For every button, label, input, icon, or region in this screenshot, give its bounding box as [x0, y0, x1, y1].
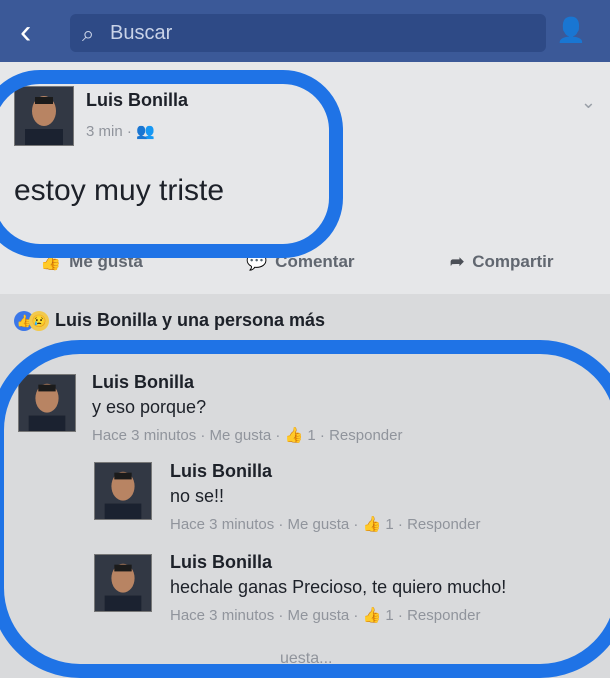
highlight-circle: [0, 340, 610, 678]
top-bar: ‹ ⌕ Buscar 👤: [0, 0, 610, 62]
share-button[interactable]: ➦ Compartir: [450, 252, 553, 272]
search-placeholder: Buscar: [110, 22, 173, 44]
search-icon: ⌕: [82, 21, 95, 46]
share-icon: ➦: [450, 252, 465, 271]
sad-reaction-icon: 😢: [29, 311, 49, 332]
reactions-text: Luis Bonilla y una persona más: [55, 310, 326, 330]
highlight-circle: [0, 70, 343, 258]
share-label: Compartir: [472, 252, 554, 271]
search-input[interactable]: ⌕ Buscar: [70, 14, 546, 52]
chevron-left-icon[interactable]: ‹: [20, 14, 50, 50]
reactions-summary[interactable]: 👍😢 Luis Bonilla y una persona más: [14, 310, 326, 332]
chevron-down-icon[interactable]: ⌄: [581, 92, 596, 113]
friends-icon[interactable]: 👤: [556, 16, 590, 46]
